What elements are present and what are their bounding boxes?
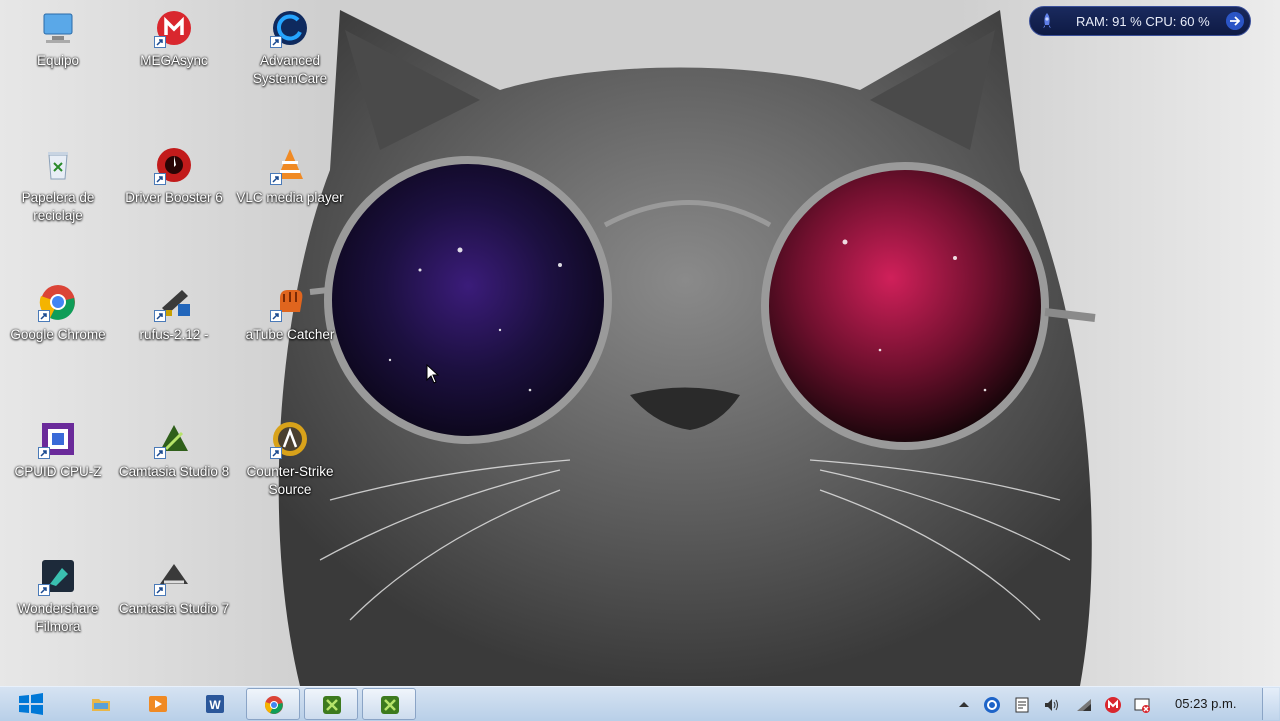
camtasia-icon	[323, 696, 341, 714]
megasync-icon	[154, 8, 194, 48]
desktop-icon-cpuz[interactable]: CPUID CPU-Z	[0, 411, 116, 541]
camtasia-7-icon	[154, 556, 194, 596]
desktop-icon-label: Equipo	[36, 53, 80, 68]
shortcut-arrow-icon	[270, 447, 282, 459]
desktop-icon-recycle-bin[interactable]: Papelera de reciclaje	[0, 137, 116, 267]
action-center-icon[interactable]	[1013, 696, 1031, 714]
security-alert-icon[interactable]	[1133, 696, 1151, 714]
network-icon[interactable]	[1075, 696, 1093, 714]
shortcut-arrow-icon	[38, 584, 50, 596]
shortcut-arrow-icon	[270, 310, 282, 322]
desktop-icon-label: Wondershare Filmora	[17, 601, 99, 634]
taskbar-camtasia[interactable]	[304, 688, 358, 720]
start-button[interactable]	[18, 693, 44, 715]
desktop-icon-vlc[interactable]: VLC media player	[232, 137, 348, 267]
cpuz-icon	[38, 419, 78, 459]
shortcut-arrow-icon	[154, 36, 166, 48]
desktop-icon-rufus[interactable]: rufus-2.12 -	[116, 274, 232, 404]
ram-cpu-readout: RAM: 91 % CPU: 60 %	[1076, 14, 1210, 29]
desktop-icon-label: Google Chrome	[10, 327, 106, 342]
show-hidden-icons-icon[interactable]	[955, 696, 973, 714]
desktop-icon-chrome[interactable]: Google Chrome	[0, 274, 116, 404]
desktop-icon-label: rufus-2.12 -	[139, 327, 209, 342]
desktop-icon-label: aTube Catcher	[245, 327, 335, 342]
desktop-icon-advanced-systemcare[interactable]: Advanced SystemCare	[232, 0, 348, 130]
volume-icon[interactable]	[1043, 696, 1061, 714]
desktop-icon-label: VLC media player	[236, 190, 344, 205]
desktop-icon-label: Counter-Strike Source	[246, 464, 334, 497]
taskbar-clock[interactable]: 05:23 p.m.	[1175, 696, 1236, 711]
desktop-icon-label: Camtasia Studio 7	[118, 601, 230, 616]
desktop-icon-label: Advanced SystemCare	[252, 53, 328, 86]
media-player-icon	[149, 696, 167, 712]
desktop-icon-label: CPUID CPU-Z	[14, 464, 102, 479]
advanced-systemcare-tray-icon[interactable]	[983, 696, 1001, 714]
system-monitor-gadget[interactable]: RAM: 91 % CPU: 60 %	[1029, 6, 1251, 36]
arrow-right-icon[interactable]	[1226, 12, 1244, 30]
taskbar-file-explorer[interactable]	[74, 688, 128, 720]
word-icon: W	[206, 695, 224, 713]
shortcut-arrow-icon	[38, 310, 50, 322]
taskbar-media-player[interactable]	[131, 688, 185, 720]
filmora-icon	[38, 556, 78, 596]
desktop-icon-counter-strike[interactable]: Counter-Strike Source	[232, 411, 348, 541]
desktop-icon-computer[interactable]: Equipo	[0, 0, 116, 130]
counter-strike-icon	[270, 419, 310, 459]
shortcut-arrow-icon	[270, 173, 282, 185]
taskbar-chrome[interactable]	[246, 688, 300, 720]
driver-booster-icon	[154, 145, 194, 185]
megasync-tray-icon[interactable]	[1104, 696, 1122, 714]
desktop-icon-label: MEGAsync	[140, 53, 208, 68]
camtasia-icon	[381, 696, 399, 714]
shortcut-arrow-icon	[154, 447, 166, 459]
mouse-cursor-icon	[426, 364, 440, 384]
svg-text:W: W	[209, 698, 221, 712]
desktop-icon-label: Papelera de reciclaje	[21, 190, 95, 223]
shortcut-arrow-icon	[38, 447, 50, 459]
computer-icon	[38, 8, 78, 48]
recycle-bin-icon	[38, 145, 78, 185]
vlc-icon	[270, 145, 310, 185]
taskbar-word[interactable]: W	[188, 688, 242, 720]
shortcut-arrow-icon	[154, 584, 166, 596]
desktop-icon-driver-booster[interactable]: Driver Booster 6	[116, 137, 232, 267]
chrome-icon	[265, 696, 283, 714]
desktop-icon-label: Driver Booster 6	[125, 190, 223, 205]
desktop-icon-filmora[interactable]: Wondershare Filmora	[0, 548, 116, 678]
desktop-icon-camtasia-7[interactable]: Camtasia Studio 7	[116, 548, 232, 678]
desktop-icon-megasync[interactable]: MEGAsync	[116, 0, 232, 130]
shortcut-arrow-icon	[154, 173, 166, 185]
taskbar-camtasia-2[interactable]	[362, 688, 416, 720]
rufus-icon	[154, 282, 194, 322]
chrome-icon	[38, 282, 78, 322]
show-desktop-button[interactable]	[1262, 688, 1279, 720]
shortcut-arrow-icon	[154, 310, 166, 322]
folder-icon	[92, 699, 110, 711]
desktop-icon-label: Camtasia Studio 8	[118, 464, 230, 479]
atube-catcher-icon	[270, 282, 310, 322]
camtasia-8-icon	[154, 419, 194, 459]
desktop-icon-atube-catcher[interactable]: aTube Catcher	[232, 274, 348, 404]
advanced-systemcare-icon	[270, 8, 310, 48]
desktop-icon-camtasia-8[interactable]: Camtasia Studio 8	[116, 411, 232, 541]
shortcut-arrow-icon	[270, 36, 282, 48]
taskbar: W 05:23 p.m.	[0, 686, 1280, 721]
rocket-icon	[1043, 13, 1051, 28]
